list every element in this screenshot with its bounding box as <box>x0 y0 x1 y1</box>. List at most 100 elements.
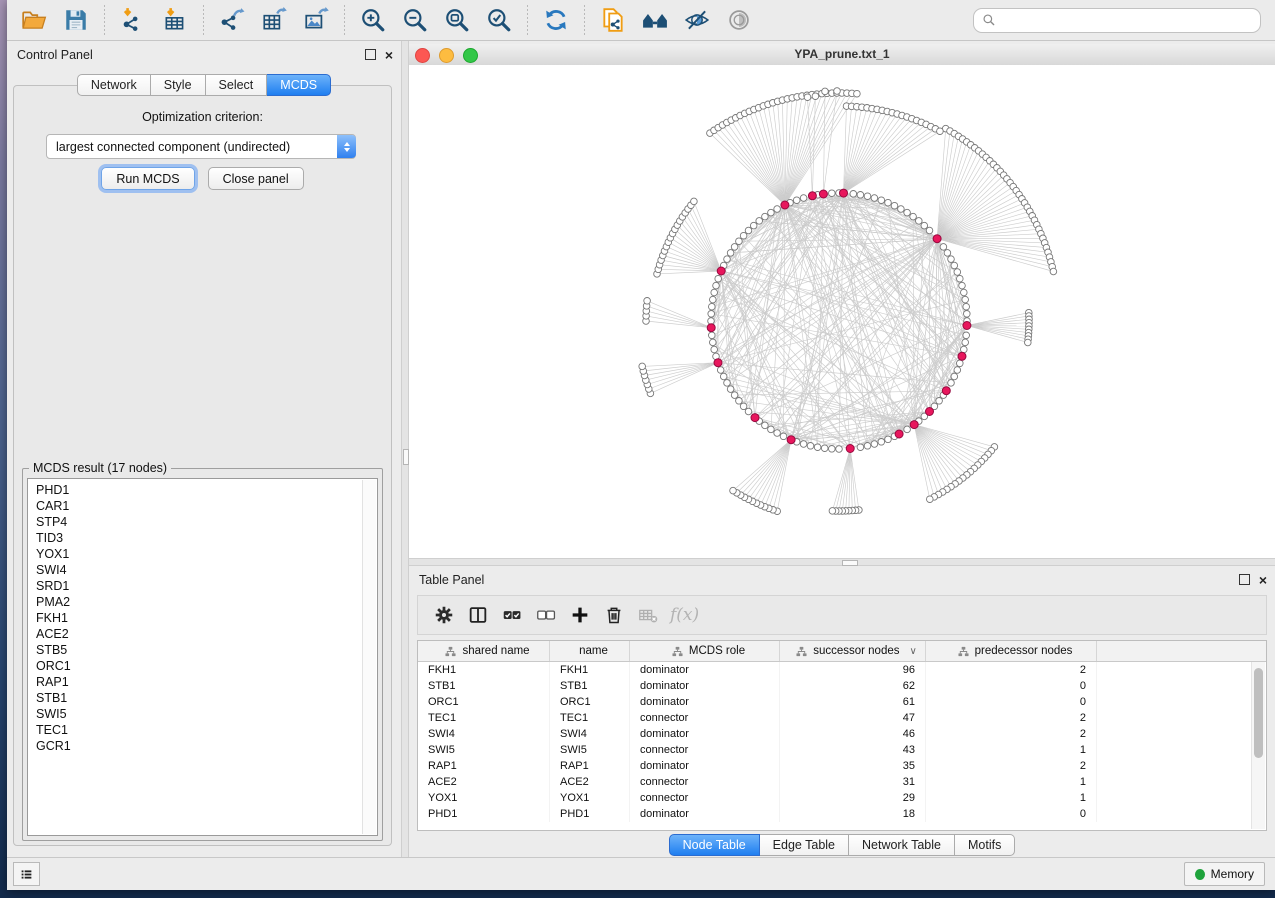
mcds-result-item[interactable]: ACE2 <box>28 626 362 642</box>
table-row[interactable]: TEC1TEC1connector472 <box>418 710 1266 726</box>
function-builder-icon[interactable]: f(x) <box>670 605 699 625</box>
column-header-MCDS-role[interactable]: MCDS role <box>630 641 780 661</box>
export-network-button[interactable] <box>215 4 249 36</box>
column-header-shared-name[interactable]: shared name <box>418 641 550 661</box>
zoom-fit-icon <box>444 7 470 33</box>
table-row[interactable]: ACE2ACE2connector311 <box>418 774 1266 790</box>
table-cell: 18 <box>780 806 926 822</box>
mcds-result-item[interactable]: PHD1 <box>28 482 362 498</box>
table-cell: RAP1 <box>418 758 550 774</box>
tab-network-table[interactable]: Network Table <box>849 834 955 856</box>
tab-motifs[interactable]: Motifs <box>955 834 1015 856</box>
zoom-selected-button[interactable] <box>482 4 516 36</box>
add-column-button[interactable] <box>564 600 596 630</box>
table-row[interactable]: SWI4SWI4dominator462 <box>418 726 1266 742</box>
column-view-button[interactable] <box>462 600 494 630</box>
mcds-result-item[interactable]: RAP1 <box>28 674 362 690</box>
mcds-result-title: MCDS result (17 nodes) <box>29 461 171 475</box>
mcds-result-item[interactable]: STB5 <box>28 642 362 658</box>
export-image-button[interactable] <box>299 4 333 36</box>
search-icon <box>982 13 996 27</box>
criterion-dropdown[interactable]: largest connected component (undirected) <box>46 134 356 159</box>
close-panel-button[interactable]: Close panel <box>208 167 304 190</box>
table-row[interactable]: STB1STB1dominator620 <box>418 678 1266 694</box>
mcds-result-list[interactable]: PHD1CAR1STP4TID3YOX1SWI4SRD1PMA2FKH1ACE2… <box>27 478 378 836</box>
horizontal-splitter[interactable] <box>409 558 1275 566</box>
table-cell: TEC1 <box>418 710 550 726</box>
vertical-splitter[interactable] <box>401 41 409 858</box>
table-cell: 35 <box>780 758 926 774</box>
network-graph[interactable] <box>409 65 1275 559</box>
memory-button[interactable]: Memory <box>1184 862 1265 886</box>
column-header-name[interactable]: name <box>550 641 630 661</box>
table-row[interactable]: ORC1ORC1dominator610 <box>418 694 1266 710</box>
search-input[interactable] <box>1002 12 1252 28</box>
float-panel-icon[interactable] <box>1239 574 1250 585</box>
mcds-result-item[interactable]: GCR1 <box>28 738 362 754</box>
table-cell: RAP1 <box>550 758 630 774</box>
tab-style[interactable]: Style <box>151 74 206 96</box>
table-row[interactable]: SWI5SWI5connector431 <box>418 742 1266 758</box>
unselect-all-button[interactable] <box>530 600 562 630</box>
mcds-result-item[interactable]: YOX1 <box>28 546 362 562</box>
save-session-button[interactable] <box>59 4 93 36</box>
close-panel-icon[interactable]: × <box>1259 575 1267 585</box>
mcds-result-item[interactable]: SWI5 <box>28 706 362 722</box>
mcds-result-item[interactable]: PMA2 <box>28 594 362 610</box>
mcds-result-item[interactable]: STP4 <box>28 514 362 530</box>
network-view-window: YPA_prune.txt_1 <box>409 44 1275 559</box>
tab-network[interactable]: Network <box>77 74 151 96</box>
table-row[interactable]: RAP1RAP1dominator352 <box>418 758 1266 774</box>
clone-network-button[interactable] <box>596 4 630 36</box>
tab-node-table[interactable]: Node Table <box>669 834 760 856</box>
export-table-button[interactable] <box>257 4 291 36</box>
table-row[interactable]: PHD1PHD1dominator180 <box>418 806 1266 822</box>
first-neighbors-button[interactable] <box>638 4 672 36</box>
open-file-button[interactable] <box>17 4 51 36</box>
mcds-result-item[interactable]: ORC1 <box>28 658 362 674</box>
float-panel-icon[interactable] <box>365 49 376 60</box>
hide-graphics-details-button[interactable] <box>680 4 714 36</box>
mcds-result-item[interactable]: STB1 <box>28 690 362 706</box>
apply-layout-button[interactable] <box>539 4 573 36</box>
clone-network-icon <box>600 7 626 33</box>
close-panel-icon[interactable]: × <box>385 50 393 60</box>
column-header-predecessor-nodes[interactable]: predecessor nodes <box>926 641 1097 661</box>
mcds-result-item[interactable]: CAR1 <box>28 498 362 514</box>
import-network-button[interactable] <box>116 4 150 36</box>
table-row[interactable]: YOX1YOX1connector291 <box>418 790 1266 806</box>
mcds-result-item[interactable]: SWI4 <box>28 562 362 578</box>
delete-table-button[interactable] <box>632 600 664 630</box>
column-header-successor-nodes[interactable]: successor nodes∨ <box>780 641 926 661</box>
control-panel: Control Panel × NetworkStyleSelectMCDS O… <box>7 41 401 858</box>
zoom-fit-button[interactable] <box>440 4 474 36</box>
tab-edge-table[interactable]: Edge Table <box>760 834 849 856</box>
mcds-result-item[interactable]: FKH1 <box>28 610 362 626</box>
table-cell: 0 <box>926 694 1097 710</box>
tab-mcds[interactable]: MCDS <box>267 74 331 96</box>
node-table[interactable]: shared namenameMCDS rolesuccessor nodes∨… <box>417 640 1267 831</box>
delete-column-button[interactable] <box>598 600 630 630</box>
mcds-result-item[interactable]: TEC1 <box>28 722 362 738</box>
control-panel-header: Control Panel × <box>7 41 401 69</box>
show-graphics-details-button[interactable] <box>722 4 756 36</box>
mcds-list-scrollbar[interactable] <box>362 480 376 834</box>
select-all-button[interactable] <box>496 600 528 630</box>
table-settings-button[interactable] <box>428 600 460 630</box>
table-row[interactable]: FKH1FKH1dominator962 <box>418 662 1266 678</box>
table-cell: connector <box>630 710 780 726</box>
zoom-out-button[interactable] <box>398 4 432 36</box>
network-window-titlebar[interactable]: YPA_prune.txt_1 <box>409 44 1275 66</box>
tab-select[interactable]: Select <box>206 74 268 96</box>
mcds-result-item[interactable]: TID3 <box>28 530 362 546</box>
network-canvas[interactable] <box>409 65 1275 559</box>
mcds-result-item[interactable]: SRD1 <box>28 578 362 594</box>
import-table-button[interactable] <box>158 4 192 36</box>
table-cell: STB1 <box>418 678 550 694</box>
table-scrollbar[interactable] <box>1251 662 1265 829</box>
scrollbar-thumb[interactable] <box>1254 668 1263 758</box>
table-cell: SWI4 <box>550 726 630 742</box>
run-mcds-button[interactable]: Run MCDS <box>101 167 194 190</box>
task-history-button[interactable] <box>13 862 40 886</box>
zoom-in-button[interactable] <box>356 4 390 36</box>
